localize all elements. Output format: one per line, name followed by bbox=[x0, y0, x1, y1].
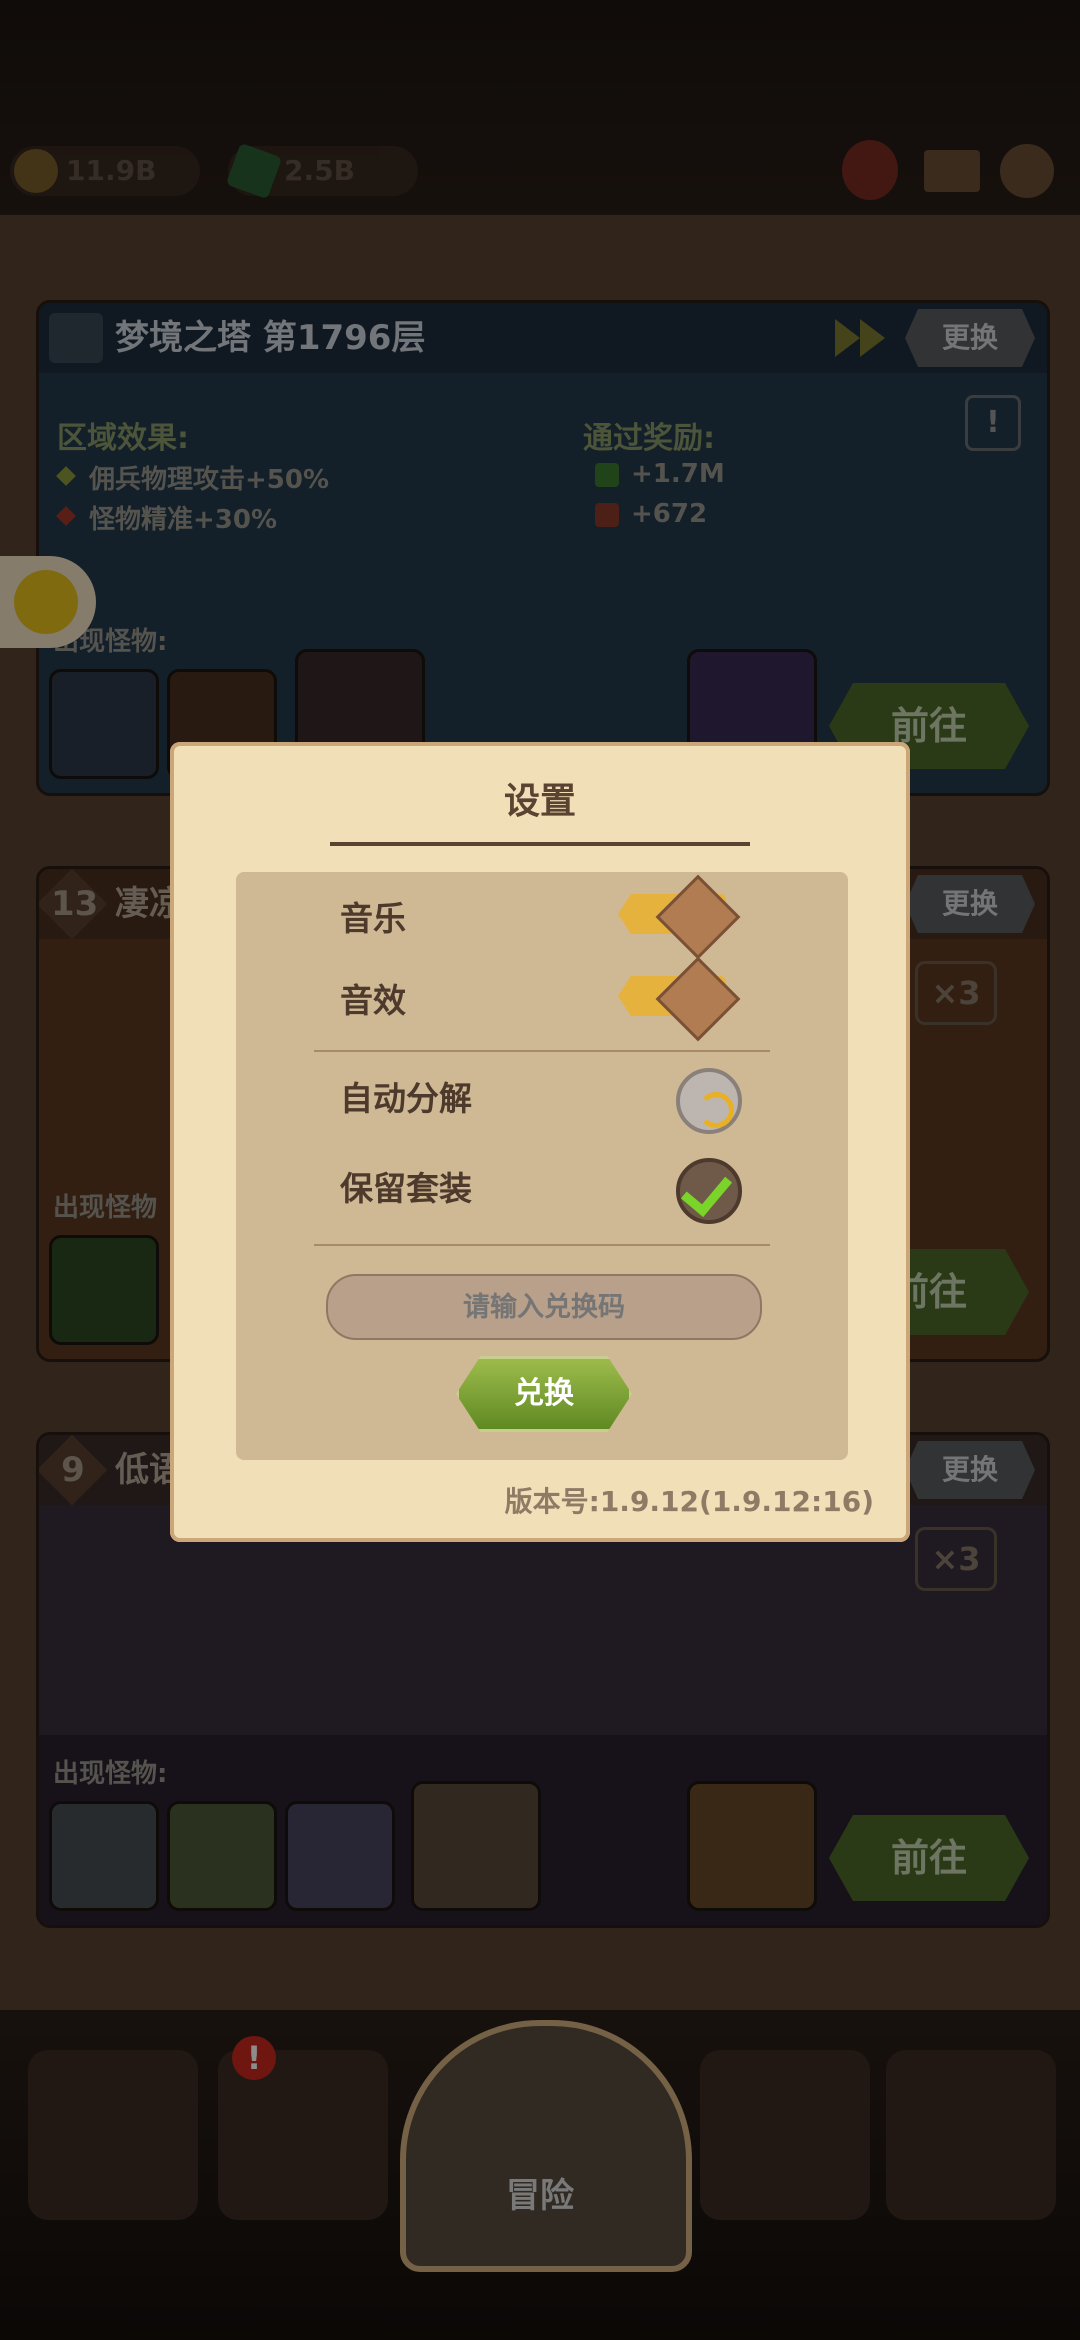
auto-decompose-toggle[interactable] bbox=[676, 1068, 742, 1134]
music-label: 音乐 bbox=[340, 899, 406, 938]
title-divider bbox=[330, 842, 750, 846]
keep-set-label: 保留套装 bbox=[340, 1169, 472, 1208]
sfx-label: 音效 bbox=[340, 981, 406, 1020]
refresh-icon bbox=[698, 1092, 734, 1128]
version-label: 版本号:1.9.12(1.9.12:16) bbox=[504, 1485, 874, 1518]
auto-decompose-label: 自动分解 bbox=[340, 1079, 472, 1118]
redeem-button[interactable]: 兑换 bbox=[456, 1356, 632, 1432]
settings-title: 设置 bbox=[503, 781, 576, 822]
divider bbox=[314, 1244, 770, 1246]
checkmark-icon bbox=[680, 1163, 733, 1218]
music-toggle-knob[interactable] bbox=[655, 874, 741, 960]
sfx-toggle-knob[interactable] bbox=[655, 956, 741, 1042]
keep-set-checkbox[interactable] bbox=[676, 1158, 742, 1224]
divider bbox=[314, 1050, 770, 1052]
redeem-code-input[interactable] bbox=[326, 1274, 762, 1340]
settings-dialog: 设置 音乐 音效 自动分解 保留套装 兑换 版本号:1.9.12(1.9.12:… bbox=[170, 742, 910, 1542]
